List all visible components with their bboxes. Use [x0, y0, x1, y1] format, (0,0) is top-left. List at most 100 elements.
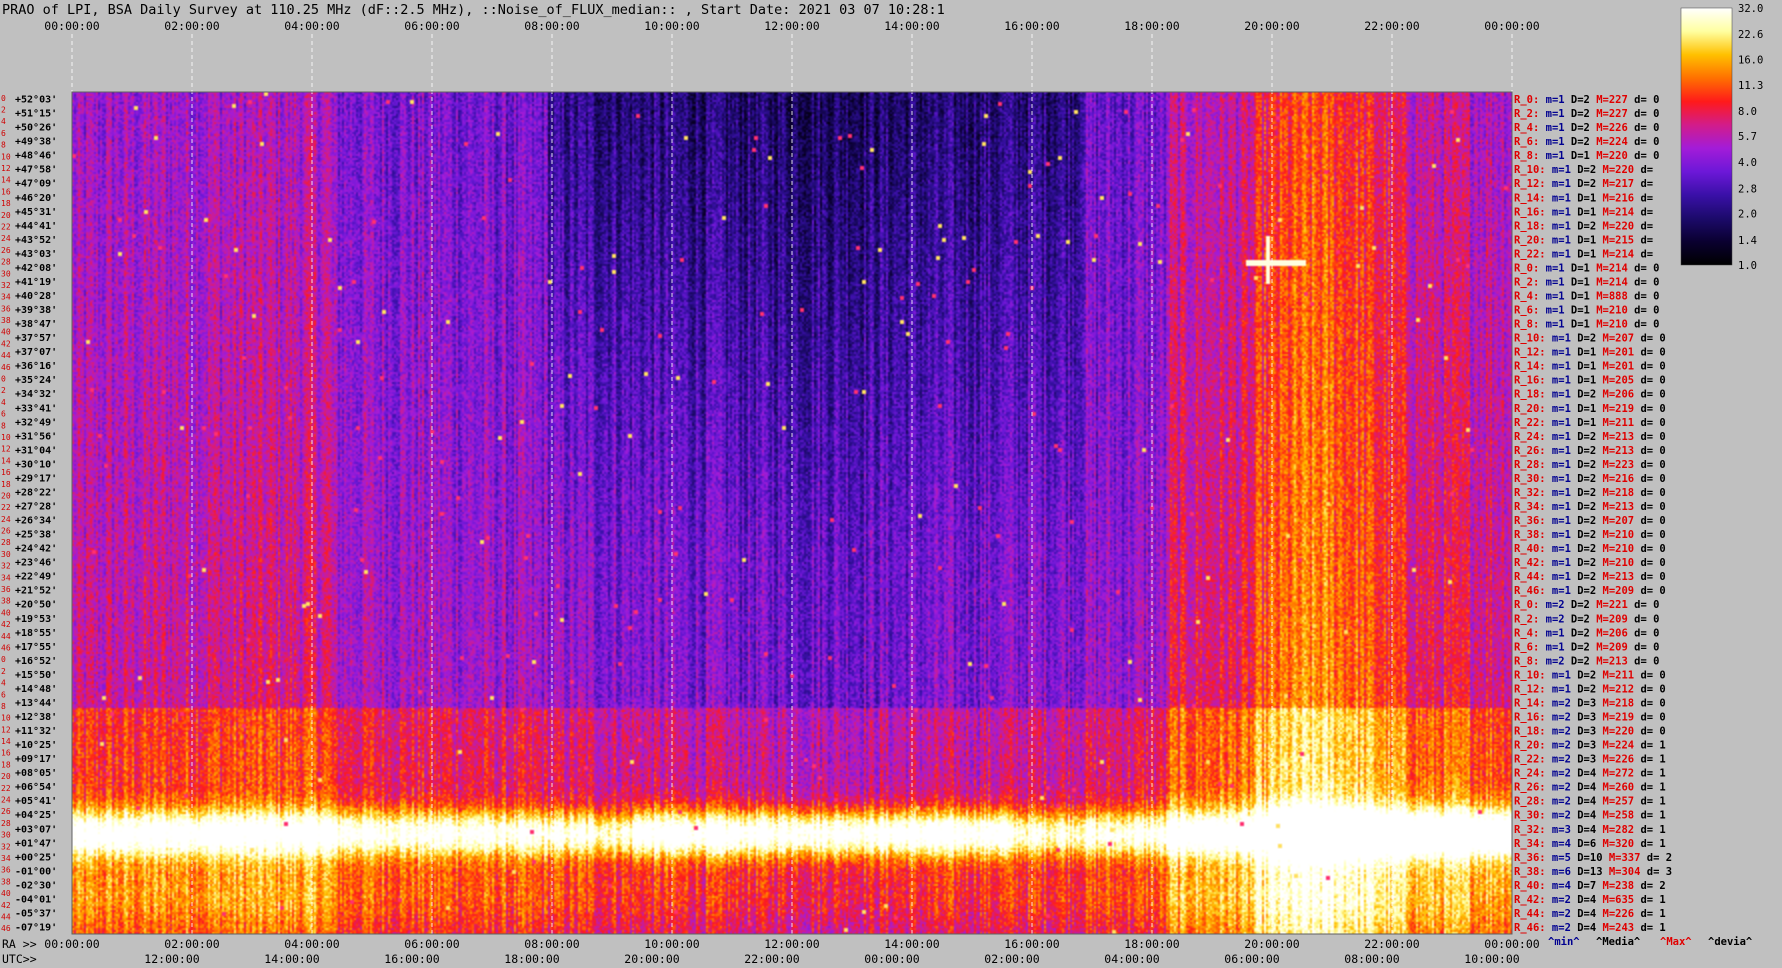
row-stat-part: D=1	[1571, 192, 1596, 204]
row-index-label: 8	[1, 421, 6, 430]
row-stat-part: R_6:	[1514, 305, 1539, 317]
row-stat-label: R_10: m=1 D=2 M=211 d= 0	[1514, 669, 1666, 681]
row-stat-part: M=217	[1596, 178, 1634, 190]
row-stat-part: d= 0	[1634, 375, 1666, 387]
utc-tick-label: 22:00:00	[744, 952, 799, 966]
row-stat-part: R_30:	[1514, 473, 1546, 485]
row-stat-label: R_4: m=1 D=2 M=206 d= 0	[1514, 627, 1659, 639]
row-stat-part: d=	[1634, 248, 1653, 260]
row-stat-label: R_24: m=2 D=4 M=272 d= 1	[1514, 768, 1666, 780]
row-stat-part: R_34:	[1514, 501, 1546, 513]
row-stat-part: M=226	[1596, 754, 1634, 766]
declination-label: +47°58'	[15, 165, 57, 176]
row-stat-part: M=635	[1596, 894, 1634, 906]
row-stat-part: m=2	[1546, 810, 1571, 822]
row-stat-part: R_38:	[1514, 866, 1546, 878]
row-stat-part: R_14:	[1514, 192, 1546, 204]
utc-axis-label: UTC>>	[2, 952, 37, 966]
row-stat-label: R_8: m=2 D=2 M=213 d= 0	[1514, 655, 1659, 667]
row-stat-part: D=2	[1571, 431, 1596, 443]
row-index-label: 32	[1, 281, 11, 290]
row-stat-part: R_42:	[1514, 894, 1546, 906]
row-stat-part: D=10	[1571, 852, 1603, 864]
row-stat-part: M=214	[1596, 248, 1634, 260]
row-index-label: 36	[1, 304, 11, 313]
row-stat-part: M=210	[1596, 529, 1634, 541]
row-stat-part: D=3	[1571, 697, 1596, 709]
row-stat-part: M=213	[1596, 571, 1634, 583]
row-stat-label: R_8: m=1 D=1 M=220 d= 0	[1514, 150, 1659, 162]
row-stat-part: d=	[1634, 164, 1653, 176]
row-stat-part: R_4:	[1514, 122, 1539, 134]
row-stat-part: R_10:	[1514, 164, 1546, 176]
row-stat-part: d= 0	[1628, 136, 1660, 148]
row-stat-part: R_40:	[1514, 880, 1546, 892]
row-stat-part: d= 1	[1634, 810, 1666, 822]
footer-label: ^Media^	[1596, 936, 1641, 948]
declination-label: +43°52'	[15, 235, 57, 246]
declination-label: +35°24'	[15, 375, 57, 386]
row-stat-part: m=2	[1546, 922, 1571, 934]
row-stat-part: R_44:	[1514, 571, 1546, 583]
row-stat-part: D=4	[1571, 810, 1596, 822]
declination-label: +34°32'	[15, 389, 57, 400]
row-stat-label: R_8: m=1 D=1 M=210 d= 0	[1514, 319, 1659, 331]
top-tick-label: 04:00:00	[284, 19, 339, 33]
row-stat-part: m=1	[1546, 403, 1571, 415]
utc-tick-label: 18:00:00	[504, 952, 559, 966]
row-stat-part: M=206	[1596, 389, 1634, 401]
ra-tick-label: 18:00:00	[1124, 937, 1179, 951]
row-stat-part: m=1	[1546, 487, 1571, 499]
row-index-label: 20	[1, 772, 11, 781]
utc-tick-label: 14:00:00	[264, 952, 319, 966]
row-stat-part: M=201	[1596, 347, 1634, 359]
row-stat-part: R_12:	[1514, 683, 1546, 695]
row-stat-label: R_30: m=1 D=2 M=216 d= 0	[1514, 473, 1666, 485]
row-stat-part: D=1	[1565, 262, 1590, 274]
row-stat-part: M=214	[1590, 276, 1628, 288]
row-stat-label: R_26: m=2 D=4 M=260 d= 1	[1514, 782, 1666, 794]
top-tick-label: 20:00:00	[1244, 19, 1299, 33]
row-stat-part: D=1	[1571, 234, 1596, 246]
row-stat-part: M=223	[1596, 459, 1634, 471]
row-stat-part: D=4	[1571, 768, 1596, 780]
row-stat-part: d= 0	[1634, 697, 1666, 709]
row-stat-part: d=	[1634, 234, 1653, 246]
utc-tick-label: 02:00:00	[984, 952, 1039, 966]
row-stat-label: R_20: m=1 D=1 M=215 d=	[1514, 234, 1653, 246]
row-stat-part: M=213	[1596, 431, 1634, 443]
row-index-label: 2	[1, 106, 6, 115]
colorbar-tick-label: 5.7	[1738, 131, 1757, 143]
row-index-label: 26	[1, 246, 11, 255]
colorbar-tick-label: 22.6	[1738, 29, 1763, 41]
row-stat-part: m=2	[1539, 613, 1564, 625]
row-index-label: 12	[1, 445, 11, 454]
ra-tick-label: 12:00:00	[764, 937, 819, 951]
row-stat-part: d= 0	[1634, 515, 1666, 527]
row-index-label: 10	[1, 152, 11, 161]
row-stat-part: d= 0	[1628, 613, 1660, 625]
row-stat-part: D=2	[1571, 683, 1596, 695]
row-stat-part: R_0:	[1514, 599, 1539, 611]
row-stat-label: R_40: m=1 D=2 M=210 d= 0	[1514, 543, 1666, 555]
row-stat-part: M=210	[1596, 543, 1634, 555]
row-index-label: 44	[1, 912, 11, 921]
row-stat-part: D=2	[1571, 164, 1596, 176]
declination-label: +43°03'	[15, 249, 57, 260]
row-stat-part: R_16:	[1514, 375, 1546, 387]
declination-label: +41°19'	[15, 277, 57, 288]
row-index-label: 14	[1, 456, 11, 465]
row-stat-part: d= 0	[1628, 276, 1660, 288]
row-stat-label: R_42: m=1 D=2 M=210 d= 0	[1514, 557, 1666, 569]
row-stat-part: m=2	[1546, 726, 1571, 738]
row-index-label: 40	[1, 328, 11, 337]
ra-tick-label: 22:00:00	[1364, 937, 1419, 951]
row-stat-label: R_22: m=1 D=1 M=211 d= 0	[1514, 417, 1666, 429]
row-stat-part: m=1	[1539, 290, 1564, 302]
row-stat-part: D=2	[1565, 108, 1590, 120]
row-index-label: 42	[1, 339, 11, 348]
row-stat-part: D=2	[1565, 655, 1590, 667]
row-stat-label: R_44: m=2 D=4 M=226 d= 1	[1514, 908, 1666, 920]
row-stat-label: R_10: m=1 D=2 M=207 d= 0	[1514, 333, 1666, 345]
row-stat-part: M=220	[1596, 220, 1634, 232]
